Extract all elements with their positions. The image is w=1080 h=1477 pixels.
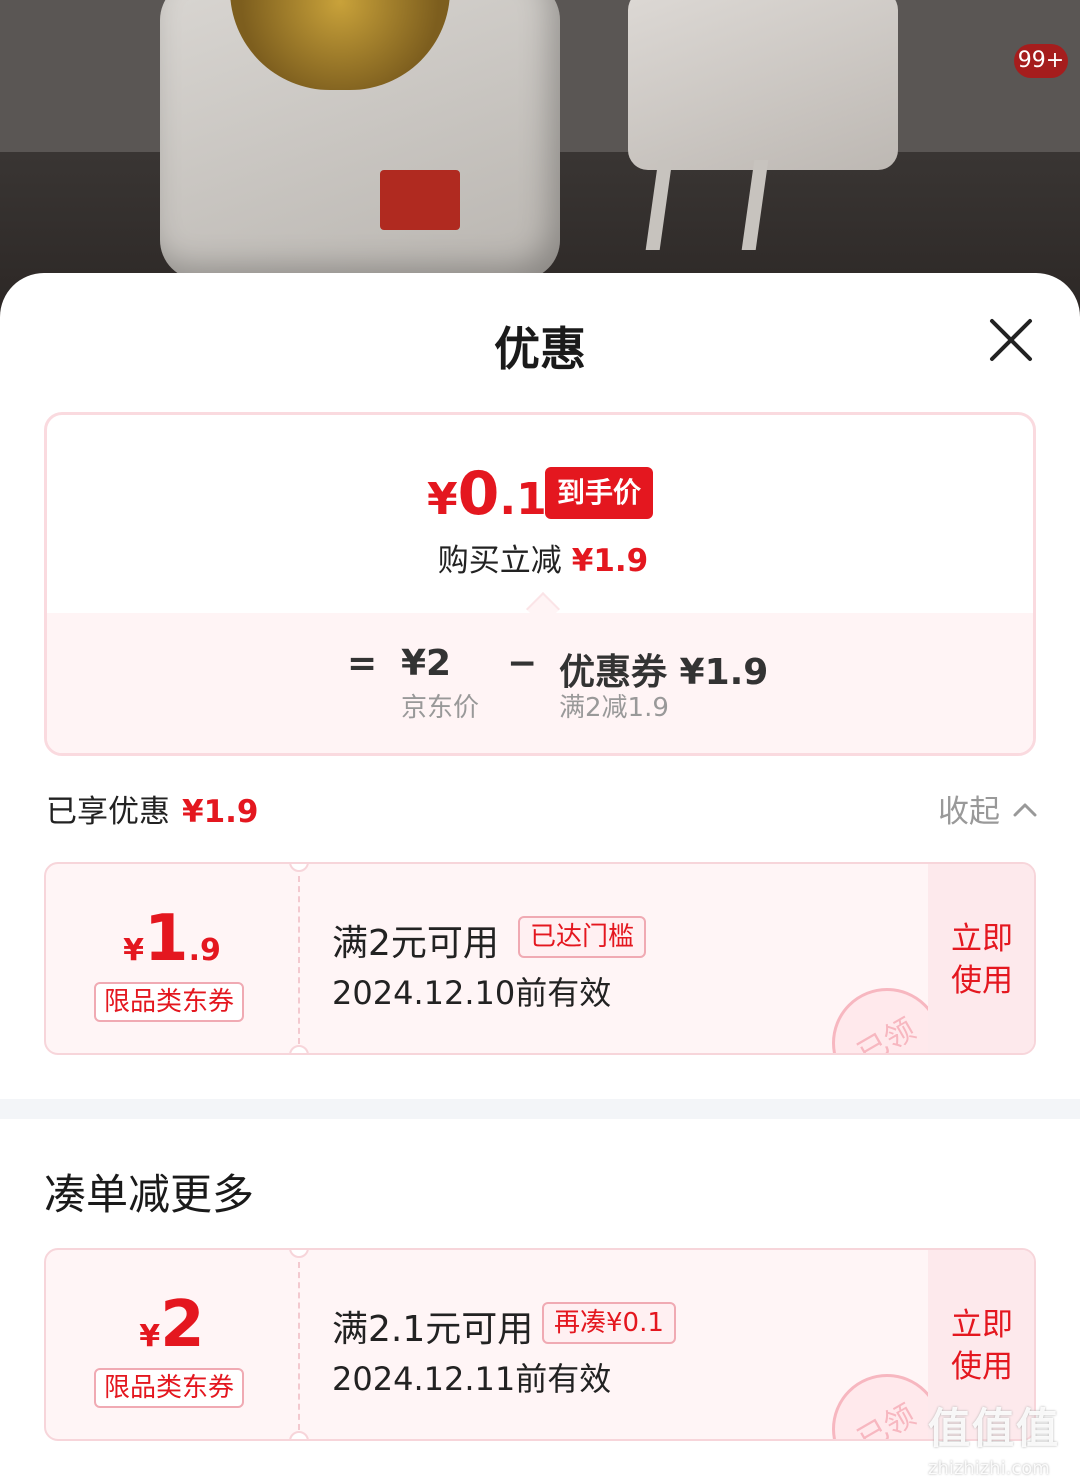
plug-pin bbox=[741, 160, 769, 250]
price-breakdown-area bbox=[47, 613, 1033, 753]
watermark-logo: 值值值 bbox=[928, 1404, 1061, 1453]
coupon-kind-tag: 限品类东券 bbox=[94, 1368, 245, 1408]
coupon-divider bbox=[298, 1262, 300, 1430]
stamp-text: 已领 bbox=[852, 1011, 922, 1055]
coupon-card[interactable]: ¥2 限品类东券 满2.1元可用 再凑¥0.1 2024.12.11前有效 已领… bbox=[44, 1248, 1036, 1441]
coupon-validity: 2024.12.10前有效 bbox=[332, 974, 612, 1012]
coupon-notch bbox=[289, 1045, 309, 1053]
coupon-currency: ¥ bbox=[139, 1319, 161, 1354]
coupon-rule: 满2减1.9 bbox=[559, 693, 669, 723]
chevron-up-icon bbox=[1013, 803, 1037, 816]
coupon-integer: 1 bbox=[144, 902, 189, 976]
coupon-status-tag: 再凑¥0.1 bbox=[542, 1302, 676, 1344]
socket-switch bbox=[380, 170, 460, 230]
use-now-line1: 立即 bbox=[951, 921, 1013, 957]
coupon-left: ¥1.9 限品类东券 bbox=[46, 864, 298, 1053]
stamp-text: 已领 bbox=[852, 1397, 922, 1441]
enjoyed-value: ¥1.9 bbox=[182, 794, 259, 830]
coupon-integer: 2 bbox=[160, 1288, 205, 1362]
coupon-status-tag: 已达门槛 bbox=[518, 916, 647, 958]
site-watermark: 值值值 zhizhizhi.com bbox=[928, 1395, 1078, 1477]
sheet-title: 优惠 bbox=[494, 322, 586, 376]
collapse-label: 收起 bbox=[938, 794, 1000, 830]
jd-price: ¥2 bbox=[401, 643, 452, 684]
price-summary-card: ¥ 0 .1 到手价 购买立减 ¥1.9 = ¥2 京东价 − 优惠券 ¥1.9 … bbox=[44, 412, 1036, 756]
use-now-line1: 立即 bbox=[951, 1307, 1013, 1343]
close-icon bbox=[990, 319, 1032, 361]
equals-sign: = bbox=[347, 643, 378, 684]
product-photo-background: 99+ bbox=[0, 0, 1080, 320]
buy-discount-label: 购买立减 bbox=[437, 543, 562, 579]
coupon-divider bbox=[298, 876, 300, 1044]
plug-pin bbox=[645, 160, 673, 250]
coupon-notch bbox=[289, 1431, 309, 1439]
watermark-url: zhizhizhi.com bbox=[928, 1458, 1050, 1477]
coupon-decimal: .9 bbox=[188, 933, 221, 968]
final-price-decimal: .1 bbox=[499, 474, 547, 525]
coupon-validity: 2024.12.11前有效 bbox=[332, 1360, 612, 1398]
coupon-condition: 满2元可用 bbox=[332, 923, 499, 964]
use-now-line2: 使用 bbox=[951, 963, 1013, 999]
final-price: ¥ 0 .1 bbox=[427, 459, 547, 529]
coupon-value: ¥1.9 bbox=[46, 902, 298, 976]
socket-hole bbox=[230, 0, 450, 90]
section-divider bbox=[0, 1099, 1080, 1119]
more-section-title: 凑单减更多 bbox=[44, 1170, 255, 1219]
final-price-tag: 到手价 bbox=[545, 467, 654, 519]
received-stamp: 已领 bbox=[832, 1374, 942, 1441]
received-stamp: 已领 bbox=[832, 988, 942, 1055]
plug-image bbox=[628, 0, 898, 170]
final-price-currency: ¥ bbox=[427, 474, 458, 525]
buy-discount-value: ¥1.9 bbox=[571, 543, 649, 579]
socket-image bbox=[160, 0, 560, 280]
discount-sheet: 优惠 ¥ 0 .1 到手价 购买立减 ¥1.9 = ¥2 京东价 − 优惠券 ¥1… bbox=[0, 273, 1080, 1477]
coupon-condition: 满2.1元可用 bbox=[332, 1309, 534, 1350]
use-now-line2: 使用 bbox=[951, 1349, 1013, 1385]
coupon-left: ¥2 限品类东券 bbox=[46, 1250, 298, 1439]
close-button[interactable] bbox=[984, 313, 1038, 367]
enjoyed-discount: 已享优惠 ¥1.9 bbox=[46, 786, 259, 831]
coupon-currency: ¥ bbox=[123, 933, 145, 968]
use-now-button[interactable]: 立即 使用 bbox=[928, 864, 1034, 1053]
collapse-button[interactable]: 收起 bbox=[938, 786, 1038, 831]
final-price-integer: 0 bbox=[457, 459, 500, 529]
buy-discount-line: 购买立减 ¥1.9 bbox=[47, 535, 1033, 580]
coupon-value: ¥2 bbox=[46, 1288, 298, 1362]
minus-sign: − bbox=[507, 643, 538, 684]
coupon-card[interactable]: ¥1.9 限品类东券 满2元可用 已达门槛 2024.12.10前有效 已领 立… bbox=[44, 862, 1036, 1055]
coupon-kind-tag: 限品类东券 bbox=[94, 982, 245, 1022]
jd-price-label: 京东价 bbox=[401, 693, 480, 723]
cart-count-badge[interactable]: 99+ bbox=[1014, 44, 1068, 78]
enjoyed-label: 已享优惠 bbox=[46, 794, 170, 830]
